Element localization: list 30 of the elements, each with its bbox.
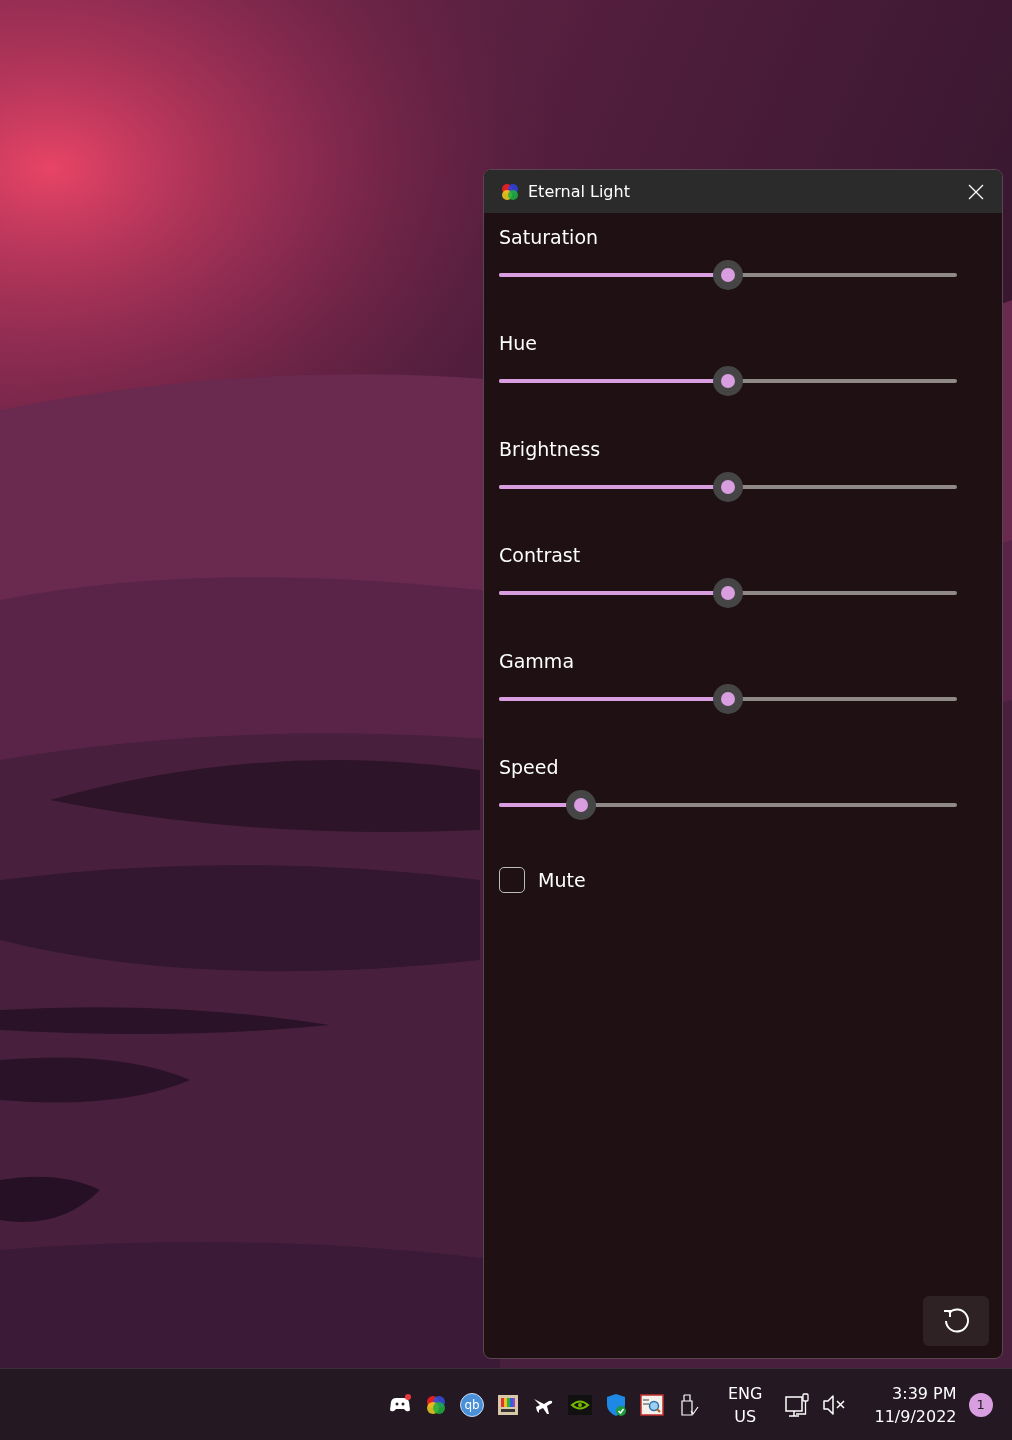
color-bars-icon[interactable] <box>496 1392 520 1417</box>
slider[interactable] <box>499 366 957 396</box>
slider[interactable] <box>499 260 957 290</box>
slider-thumb[interactable] <box>713 260 743 290</box>
checkbox-label: Mute <box>538 869 586 891</box>
magnifier-window-icon[interactable] <box>640 1392 664 1417</box>
slider-label: Brightness <box>499 437 602 462</box>
slider[interactable] <box>499 578 957 608</box>
language-indicator[interactable]: ENG US <box>722 1381 769 1428</box>
slider-thumb[interactable] <box>566 790 597 820</box>
slider[interactable] <box>499 684 957 714</box>
slider-label: Contrast <box>499 543 582 568</box>
window-title: Eternal Light <box>528 182 631 201</box>
color-wheel-icon <box>500 181 520 202</box>
slider-label: Saturation <box>499 225 600 250</box>
clock[interactable]: 3:39 PM 11/9/2022 <box>870 1381 961 1428</box>
notification-badge[interactable]: 1 <box>968 1392 993 1417</box>
slider-label: Gamma <box>499 649 576 674</box>
slider-thumb[interactable] <box>713 684 743 714</box>
eye-logo-icon[interactable] <box>568 1392 592 1417</box>
slider-label: Hue <box>499 331 539 356</box>
slider-thumb[interactable] <box>713 472 743 502</box>
slider[interactable] <box>499 472 957 502</box>
slider-thumb[interactable] <box>713 366 743 396</box>
slider-label: Speed <box>499 755 560 780</box>
shield-check-icon[interactable] <box>604 1392 628 1417</box>
slider-thumb[interactable] <box>713 578 743 608</box>
reset-button[interactable] <box>923 1296 989 1346</box>
slider[interactable] <box>499 790 957 820</box>
checkbox[interactable] <box>499 867 525 893</box>
